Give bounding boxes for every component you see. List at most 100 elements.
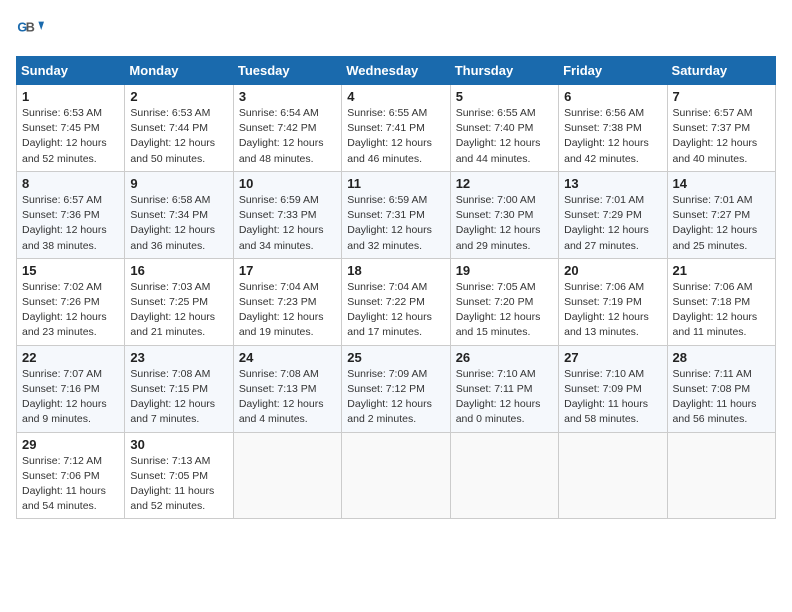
day-info: Sunrise: 7:10 AMSunset: 7:09 PMDaylight:… xyxy=(564,368,648,426)
day-info: Sunrise: 7:01 AMSunset: 7:29 PMDaylight:… xyxy=(564,194,649,252)
day-info: Sunrise: 6:53 AMSunset: 7:44 PMDaylight:… xyxy=(130,107,215,165)
logo-icon: G B xyxy=(16,16,44,44)
day-number: 20 xyxy=(564,263,661,278)
day-number: 23 xyxy=(130,350,227,365)
day-info: Sunrise: 6:56 AMSunset: 7:38 PMDaylight:… xyxy=(564,107,649,165)
svg-text:B: B xyxy=(26,20,35,34)
day-number: 26 xyxy=(456,350,553,365)
calendar-cell xyxy=(233,432,341,519)
calendar-cell: 12 Sunrise: 7:00 AMSunset: 7:30 PMDaylig… xyxy=(450,171,558,258)
weekday-header: Sunday xyxy=(17,57,125,85)
day-info: Sunrise: 7:04 AMSunset: 7:22 PMDaylight:… xyxy=(347,281,432,339)
calendar-cell: 26 Sunrise: 7:10 AMSunset: 7:11 PMDaylig… xyxy=(450,345,558,432)
weekday-header: Wednesday xyxy=(342,57,450,85)
day-number: 8 xyxy=(22,176,119,191)
day-number: 22 xyxy=(22,350,119,365)
day-number: 21 xyxy=(673,263,770,278)
day-info: Sunrise: 7:01 AMSunset: 7:27 PMDaylight:… xyxy=(673,194,758,252)
calendar-cell: 16 Sunrise: 7:03 AMSunset: 7:25 PMDaylig… xyxy=(125,258,233,345)
day-info: Sunrise: 7:08 AMSunset: 7:13 PMDaylight:… xyxy=(239,368,324,426)
day-number: 18 xyxy=(347,263,444,278)
calendar-cell: 18 Sunrise: 7:04 AMSunset: 7:22 PMDaylig… xyxy=(342,258,450,345)
day-info: Sunrise: 7:09 AMSunset: 7:12 PMDaylight:… xyxy=(347,368,432,426)
calendar-cell: 27 Sunrise: 7:10 AMSunset: 7:09 PMDaylig… xyxy=(559,345,667,432)
day-info: Sunrise: 6:59 AMSunset: 7:31 PMDaylight:… xyxy=(347,194,432,252)
day-number: 9 xyxy=(130,176,227,191)
weekday-header: Thursday xyxy=(450,57,558,85)
day-info: Sunrise: 6:59 AMSunset: 7:33 PMDaylight:… xyxy=(239,194,324,252)
day-number: 11 xyxy=(347,176,444,191)
calendar-cell xyxy=(450,432,558,519)
day-number: 25 xyxy=(347,350,444,365)
day-number: 17 xyxy=(239,263,336,278)
day-info: Sunrise: 6:53 AMSunset: 7:45 PMDaylight:… xyxy=(22,107,107,165)
day-info: Sunrise: 6:54 AMSunset: 7:42 PMDaylight:… xyxy=(239,107,324,165)
calendar-cell: 13 Sunrise: 7:01 AMSunset: 7:29 PMDaylig… xyxy=(559,171,667,258)
day-info: Sunrise: 6:57 AMSunset: 7:36 PMDaylight:… xyxy=(22,194,107,252)
day-number: 29 xyxy=(22,437,119,452)
day-info: Sunrise: 7:06 AMSunset: 7:19 PMDaylight:… xyxy=(564,281,649,339)
day-info: Sunrise: 7:08 AMSunset: 7:15 PMDaylight:… xyxy=(130,368,215,426)
day-info: Sunrise: 6:55 AMSunset: 7:41 PMDaylight:… xyxy=(347,107,432,165)
calendar-cell: 19 Sunrise: 7:05 AMSunset: 7:20 PMDaylig… xyxy=(450,258,558,345)
day-info: Sunrise: 7:12 AMSunset: 7:06 PMDaylight:… xyxy=(22,455,106,513)
day-number: 12 xyxy=(456,176,553,191)
calendar-cell: 2 Sunrise: 6:53 AMSunset: 7:44 PMDayligh… xyxy=(125,85,233,172)
calendar-cell: 20 Sunrise: 7:06 AMSunset: 7:19 PMDaylig… xyxy=(559,258,667,345)
day-number: 6 xyxy=(564,89,661,104)
calendar-cell: 7 Sunrise: 6:57 AMSunset: 7:37 PMDayligh… xyxy=(667,85,775,172)
weekday-header: Saturday xyxy=(667,57,775,85)
day-info: Sunrise: 7:06 AMSunset: 7:18 PMDaylight:… xyxy=(673,281,758,339)
calendar-cell: 6 Sunrise: 6:56 AMSunset: 7:38 PMDayligh… xyxy=(559,85,667,172)
weekday-header: Tuesday xyxy=(233,57,341,85)
page-header: G B xyxy=(16,16,776,44)
calendar-cell: 24 Sunrise: 7:08 AMSunset: 7:13 PMDaylig… xyxy=(233,345,341,432)
day-info: Sunrise: 6:57 AMSunset: 7:37 PMDaylight:… xyxy=(673,107,758,165)
day-number: 24 xyxy=(239,350,336,365)
calendar-cell: 15 Sunrise: 7:02 AMSunset: 7:26 PMDaylig… xyxy=(17,258,125,345)
calendar-cell: 1 Sunrise: 6:53 AMSunset: 7:45 PMDayligh… xyxy=(17,85,125,172)
day-number: 4 xyxy=(347,89,444,104)
calendar-header: SundayMondayTuesdayWednesdayThursdayFrid… xyxy=(17,57,776,85)
calendar-cell: 17 Sunrise: 7:04 AMSunset: 7:23 PMDaylig… xyxy=(233,258,341,345)
calendar-cell: 21 Sunrise: 7:06 AMSunset: 7:18 PMDaylig… xyxy=(667,258,775,345)
day-number: 5 xyxy=(456,89,553,104)
day-number: 3 xyxy=(239,89,336,104)
calendar-cell: 5 Sunrise: 6:55 AMSunset: 7:40 PMDayligh… xyxy=(450,85,558,172)
day-number: 15 xyxy=(22,263,119,278)
day-info: Sunrise: 7:00 AMSunset: 7:30 PMDaylight:… xyxy=(456,194,541,252)
calendar-cell xyxy=(559,432,667,519)
day-info: Sunrise: 7:10 AMSunset: 7:11 PMDaylight:… xyxy=(456,368,541,426)
day-number: 16 xyxy=(130,263,227,278)
calendar-cell: 10 Sunrise: 6:59 AMSunset: 7:33 PMDaylig… xyxy=(233,171,341,258)
day-info: Sunrise: 7:04 AMSunset: 7:23 PMDaylight:… xyxy=(239,281,324,339)
calendar-cell: 25 Sunrise: 7:09 AMSunset: 7:12 PMDaylig… xyxy=(342,345,450,432)
day-number: 30 xyxy=(130,437,227,452)
day-number: 14 xyxy=(673,176,770,191)
day-info: Sunrise: 7:03 AMSunset: 7:25 PMDaylight:… xyxy=(130,281,215,339)
calendar-cell: 23 Sunrise: 7:08 AMSunset: 7:15 PMDaylig… xyxy=(125,345,233,432)
day-number: 7 xyxy=(673,89,770,104)
day-number: 27 xyxy=(564,350,661,365)
calendar-cell: 3 Sunrise: 6:54 AMSunset: 7:42 PMDayligh… xyxy=(233,85,341,172)
calendar-cell: 22 Sunrise: 7:07 AMSunset: 7:16 PMDaylig… xyxy=(17,345,125,432)
calendar-cell: 14 Sunrise: 7:01 AMSunset: 7:27 PMDaylig… xyxy=(667,171,775,258)
day-number: 19 xyxy=(456,263,553,278)
calendar-cell: 9 Sunrise: 6:58 AMSunset: 7:34 PMDayligh… xyxy=(125,171,233,258)
calendar-cell: 4 Sunrise: 6:55 AMSunset: 7:41 PMDayligh… xyxy=(342,85,450,172)
calendar-week-row: 15 Sunrise: 7:02 AMSunset: 7:26 PMDaylig… xyxy=(17,258,776,345)
day-info: Sunrise: 6:55 AMSunset: 7:40 PMDaylight:… xyxy=(456,107,541,165)
calendar-week-row: 22 Sunrise: 7:07 AMSunset: 7:16 PMDaylig… xyxy=(17,345,776,432)
day-info: Sunrise: 7:07 AMSunset: 7:16 PMDaylight:… xyxy=(22,368,107,426)
day-info: Sunrise: 7:05 AMSunset: 7:20 PMDaylight:… xyxy=(456,281,541,339)
calendar-cell xyxy=(342,432,450,519)
day-number: 10 xyxy=(239,176,336,191)
calendar-week-row: 8 Sunrise: 6:57 AMSunset: 7:36 PMDayligh… xyxy=(17,171,776,258)
day-number: 2 xyxy=(130,89,227,104)
calendar-cell: 29 Sunrise: 7:12 AMSunset: 7:06 PMDaylig… xyxy=(17,432,125,519)
calendar-week-row: 1 Sunrise: 6:53 AMSunset: 7:45 PMDayligh… xyxy=(17,85,776,172)
day-number: 1 xyxy=(22,89,119,104)
day-info: Sunrise: 7:02 AMSunset: 7:26 PMDaylight:… xyxy=(22,281,107,339)
calendar-cell: 28 Sunrise: 7:11 AMSunset: 7:08 PMDaylig… xyxy=(667,345,775,432)
day-info: Sunrise: 6:58 AMSunset: 7:34 PMDaylight:… xyxy=(130,194,215,252)
